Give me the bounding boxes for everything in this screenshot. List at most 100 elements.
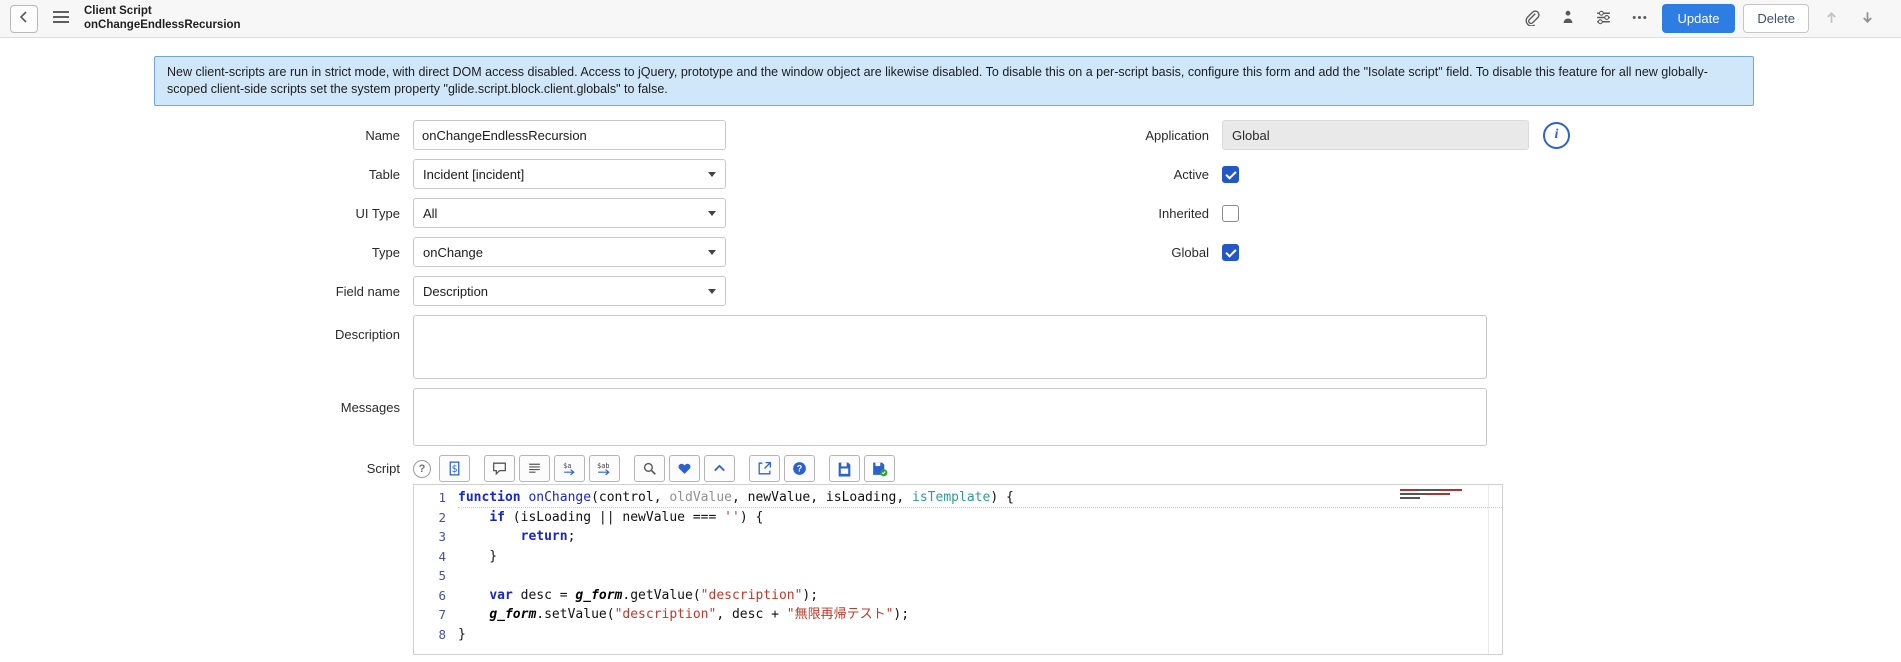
script-label: Script [366, 461, 400, 476]
record-name-label: onChangeEndlessRecursion [84, 18, 241, 31]
search-icon[interactable] [634, 455, 665, 482]
inherited-label: Inherited [1158, 205, 1209, 221]
chevron-down-icon [708, 249, 716, 255]
description-textarea[interactable] [413, 315, 1487, 379]
type-select[interactable]: onChange [413, 237, 726, 267]
description-label: Description [334, 327, 400, 342]
attachment-button[interactable] [1517, 4, 1547, 34]
code-line: function onChange(control, oldValue, new… [458, 488, 1502, 508]
code-line: return; [520, 529, 576, 544]
svg-text:$a: $a [563, 462, 571, 470]
paperclip-icon [1523, 9, 1540, 29]
help-icon[interactable]: ? [784, 455, 815, 482]
table-select[interactable]: Incident [incident] [413, 159, 726, 189]
save-check-icon[interactable] [864, 455, 895, 482]
field-name-select-value: Description [423, 283, 489, 299]
inherited-checkbox[interactable] [1222, 204, 1239, 222]
type-label: Type [371, 244, 400, 260]
script-toolbar-buttons: $ $a $ab? [439, 455, 899, 482]
ellipsis-icon [1631, 9, 1648, 29]
ui-type-select[interactable]: All [413, 198, 726, 228]
table-select-value: Incident [incident] [423, 166, 525, 182]
messages-textarea[interactable] [413, 388, 1487, 446]
line-number-gutter: 1 2 3 4 5 6 7 8 [414, 485, 458, 654]
next-record-button[interactable] [1852, 4, 1882, 34]
toggle-comment-icon[interactable] [484, 455, 515, 482]
record-type-label: Client Script [84, 5, 152, 17]
global-checkbox[interactable] [1222, 243, 1239, 261]
context-menu-button[interactable] [50, 8, 72, 29]
messages-label: Messages [340, 400, 400, 415]
chevron-down-icon [708, 171, 716, 177]
global-label: Global [1171, 244, 1209, 260]
line-number: 2 [438, 509, 446, 525]
script-editor: ? $ $a $ab? 1 2 3 4 5 6 7 8 function onChange(con… [413, 455, 1513, 655]
hamburger-menu-icon [52, 11, 70, 27]
update-button[interactable]: Update [1661, 4, 1736, 33]
form-controls-button[interactable] [1589, 4, 1619, 34]
active-checkbox[interactable] [1222, 165, 1239, 183]
heart-icon[interactable] [669, 455, 700, 482]
line-number: 6 [438, 587, 446, 603]
code-editor-box[interactable]: 1 2 3 4 5 6 7 8 function onChange(control, oldV… [413, 484, 1503, 655]
line-number: 1 [438, 490, 446, 505]
info-banner: New client-scripts are run in strict mod… [154, 56, 1754, 106]
client-script-form: Name Table Incident [incident] UI Type A… [0, 120, 1901, 655]
line-number: 8 [438, 626, 446, 642]
name-input[interactable] [413, 120, 726, 150]
code-content[interactable]: function onChange(control, oldValue, new… [458, 485, 1502, 654]
code-line: } [458, 548, 498, 564]
record-title: Client Script onChangeEndlessRecursion [84, 5, 241, 32]
type-select-value: onChange [423, 244, 483, 260]
chevron-down-icon [708, 288, 716, 294]
script-toolbar: ? $ $a $ab? [413, 455, 1513, 482]
application-info-button[interactable]: i [1543, 121, 1570, 149]
svg-text:?: ? [797, 464, 803, 474]
question-mark-icon: ? [418, 462, 426, 475]
application-field-value: Global [1232, 127, 1270, 143]
line-number: 4 [438, 548, 446, 564]
ui-type-select-value: All [423, 205, 438, 221]
table-label: Table [368, 166, 400, 182]
svg-text:$: $ [452, 464, 458, 475]
sliders-icon [1595, 9, 1612, 29]
script-help-button[interactable]: ? [413, 459, 431, 478]
info-icon: i [1554, 127, 1559, 142]
save-icon[interactable] [829, 455, 860, 482]
chevron-up-icon[interactable] [704, 455, 735, 482]
arrow-down-icon [1859, 9, 1876, 29]
person-icon [1560, 9, 1576, 28]
previous-record-button[interactable] [1816, 4, 1846, 34]
chevron-left-icon [18, 11, 30, 26]
field-name-label: Field name [335, 283, 400, 299]
code-line: var desc = g_form.getValue("description"… [489, 587, 819, 603]
arrow-up-icon [1823, 9, 1840, 29]
code-line: g_form.setValue("description", desc + "無… [489, 607, 910, 622]
ui-type-label: UI Type [355, 205, 400, 221]
personalize-button[interactable] [1553, 4, 1583, 34]
code-minimap [1400, 489, 1480, 501]
replace-all-icon[interactable]: $ab [589, 455, 620, 482]
open-in-window-icon[interactable] [749, 455, 780, 482]
active-label: Active [1173, 166, 1209, 182]
format-document-icon[interactable] [519, 455, 550, 482]
line-number: 7 [438, 607, 446, 622]
replace-icon[interactable]: $a [554, 455, 585, 482]
format-script-icon[interactable]: $ [439, 455, 470, 482]
more-options-button[interactable] [1625, 4, 1655, 34]
name-label: Name [365, 127, 400, 143]
field-name-select[interactable]: Description [413, 276, 726, 306]
application-field: Global [1222, 120, 1529, 150]
form-header: Client Script onChangeEndlessRecursion U… [0, 0, 1901, 38]
info-banner-text: New client-scripts are run in strict mod… [167, 65, 1708, 96]
svg-text:$ab: $ab [597, 462, 609, 470]
back-button[interactable] [10, 4, 38, 33]
application-label: Application [1145, 127, 1209, 143]
code-line: } [458, 626, 466, 642]
chevron-down-icon [708, 210, 716, 216]
code-line: if (isLoading || newValue === '') { [489, 509, 764, 525]
line-number: 5 [438, 568, 446, 583]
delete-button[interactable]: Delete [1743, 4, 1809, 33]
line-number: 3 [438, 529, 446, 544]
